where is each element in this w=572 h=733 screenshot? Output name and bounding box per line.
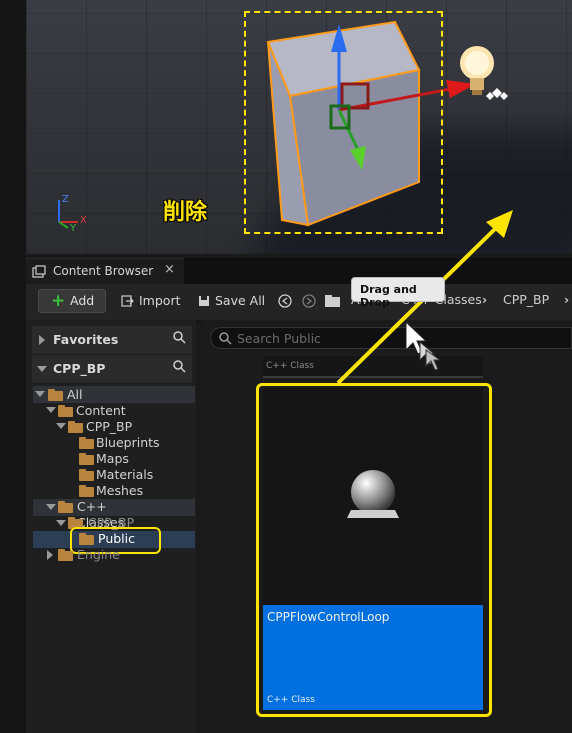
mouse-cursor-icon — [405, 320, 442, 371]
drag-tooltip: Drag and Drop — [351, 277, 445, 309]
drag-arrow — [336, 210, 513, 385]
tooltip-text: Drag and Drop — [360, 283, 417, 309]
